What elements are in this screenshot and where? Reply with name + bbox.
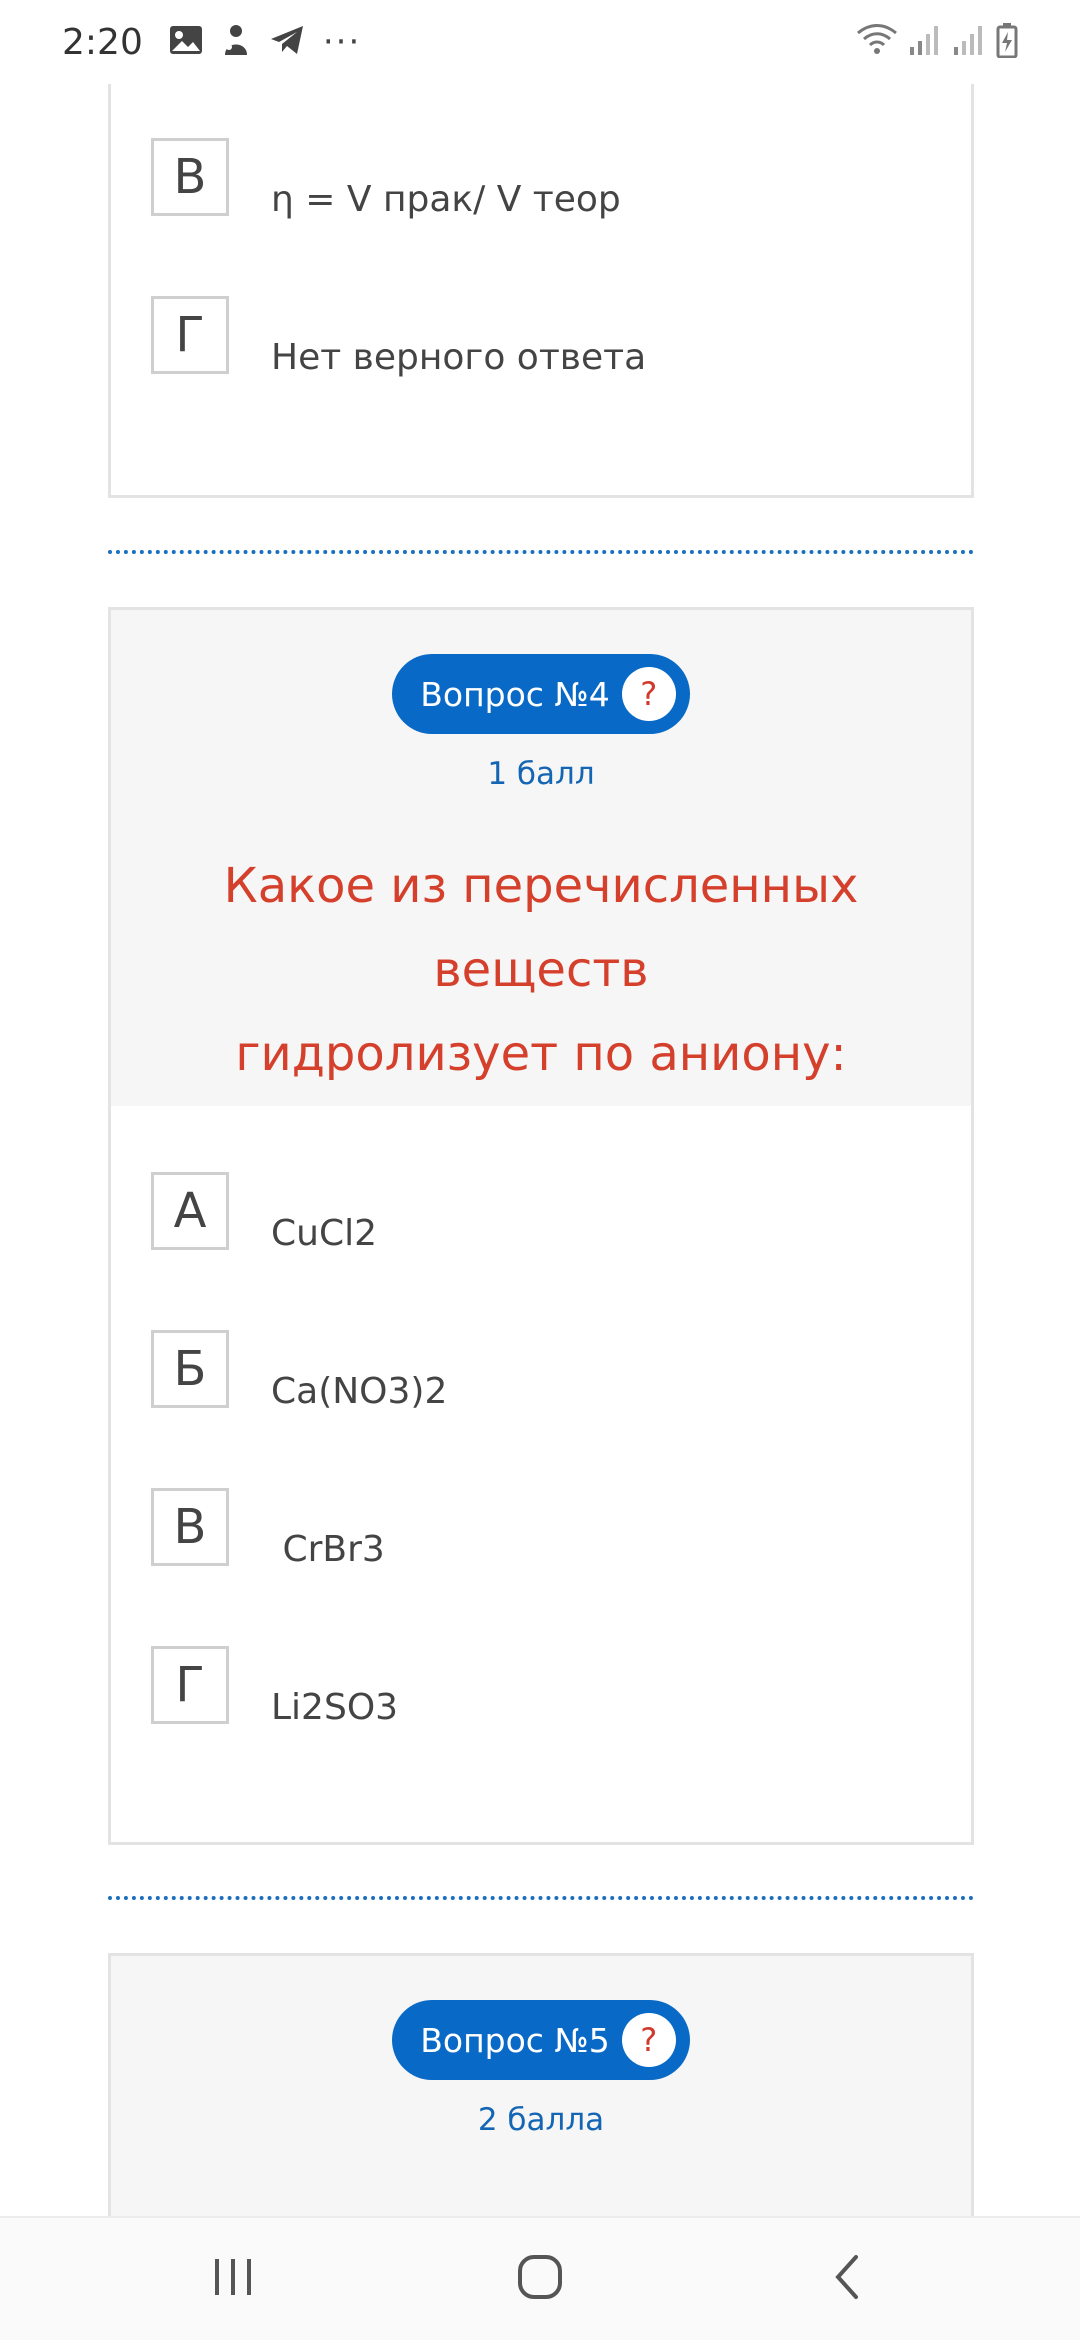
question-number-badge: Вопрос №4 ? — [392, 654, 690, 734]
section-divider — [108, 1896, 974, 1900]
question-4-card: Вопрос №4 ? 1 балл Какое из перечисленны… — [108, 607, 974, 1845]
status-time: 2:20 — [62, 21, 143, 63]
quiz-content[interactable]: В η = V прак/ V теор Г Нет верного ответ… — [0, 0, 1080, 2216]
option-text: Нет верного ответа — [271, 336, 647, 378]
signal-icon — [952, 23, 986, 61]
section-divider — [108, 550, 974, 554]
gallery-icon — [169, 25, 203, 59]
more-notifications-icon: ··· — [322, 22, 362, 62]
option-text: Li2SO3 — [271, 1686, 399, 1728]
question-number: Вопрос №4 — [420, 674, 610, 714]
battery-icon — [996, 22, 1018, 62]
system-icons — [856, 22, 1018, 62]
question-number: Вопрос №5 — [420, 2020, 610, 2060]
help-icon[interactable]: ? — [621, 2013, 676, 2067]
home-icon — [517, 2254, 563, 2304]
question-number-badge: Вопрос №5 ? — [392, 2000, 690, 2080]
option-text: CrBr3 — [271, 1528, 385, 1570]
question-points: 2 балла — [477, 2102, 605, 2138]
back-button[interactable] — [797, 2239, 897, 2319]
option-letter-box[interactable]: В — [151, 1488, 229, 1566]
option-letter-box[interactable]: Г — [151, 296, 229, 374]
question-header: Вопрос №5 ? 2 балла — [111, 1956, 971, 2216]
question-text-line: Какое из перечисленных веществ — [223, 858, 859, 998]
wifi-icon — [856, 23, 898, 61]
answer-option-g[interactable]: Г Li2SO3 — [151, 1646, 398, 1728]
help-icon[interactable]: ? — [621, 667, 676, 721]
quiz-screen: 2:20 ··· В η = V прак/ V теор Г Нет верн… — [0, 0, 1080, 2340]
question-points: 1 балл — [487, 756, 595, 792]
signal-icon — [908, 23, 942, 61]
option-text: CuCl2 — [271, 1212, 377, 1254]
app-icon — [221, 23, 251, 61]
home-button[interactable] — [490, 2239, 590, 2319]
answer-option-g[interactable]: Г Нет верного ответа — [151, 296, 646, 378]
back-icon — [832, 2254, 862, 2304]
option-letter-box[interactable]: В — [151, 138, 229, 216]
option-letter-box[interactable]: Б — [151, 1330, 229, 1408]
question-text-line: гидролизует по аниону: — [235, 1026, 847, 1082]
status-bar: 2:20 ··· — [0, 0, 1080, 84]
option-text: η = V прак/ V теор — [271, 178, 621, 220]
question-3-card: В η = V прак/ V теор Г Нет верного ответ… — [108, 40, 974, 498]
telegram-icon — [269, 24, 305, 60]
option-text: Ca(NO3)2 — [271, 1370, 448, 1412]
option-letter-box[interactable]: Г — [151, 1646, 229, 1724]
notification-icons: ··· — [169, 22, 361, 62]
answer-option-b[interactable]: Б Ca(NO3)2 — [151, 1330, 447, 1412]
question-text: Какое из перечисленных веществ гидролизу… — [111, 844, 971, 1096]
navigation-bar — [0, 2216, 1080, 2340]
answer-option-v[interactable]: В η = V прак/ V теор — [151, 138, 621, 220]
answer-option-v[interactable]: В CrBr3 — [151, 1488, 385, 1570]
recent-apps-button[interactable] — [183, 2239, 283, 2319]
option-letter-box[interactable]: А — [151, 1172, 229, 1250]
answer-option-a[interactable]: А CuCl2 — [151, 1172, 377, 1254]
question-header: Вопрос №4 ? 1 балл Какое из перечисленны… — [111, 610, 971, 1106]
recent-apps-icon — [211, 2257, 255, 2301]
question-5-card: Вопрос №5 ? 2 балла — [108, 1953, 974, 2216]
